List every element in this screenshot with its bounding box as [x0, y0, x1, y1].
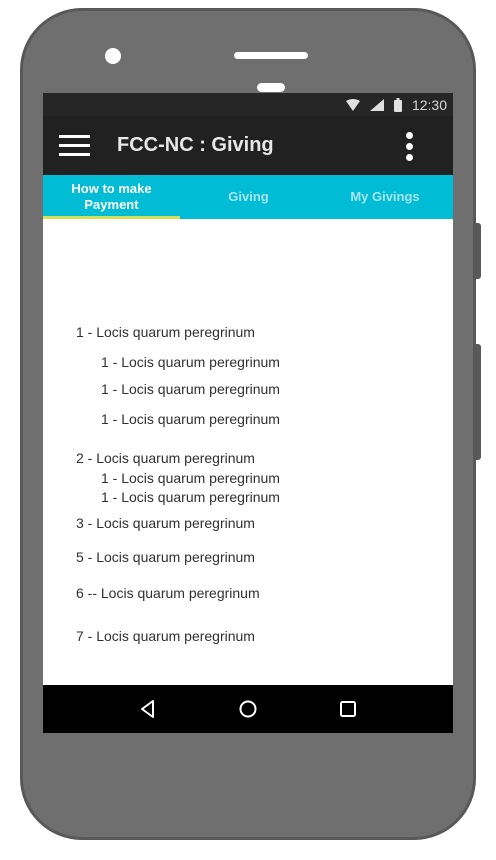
tab-giving[interactable]: Giving [180, 175, 317, 219]
list-item: 1 - Locis quarum peregrinum [101, 470, 280, 486]
list-item: 2 - Locis quarum peregrinum [76, 450, 255, 466]
wifi-icon [345, 98, 360, 111]
recents-icon[interactable] [336, 697, 360, 721]
list-item: 1 - Locis quarum peregrinum [101, 411, 280, 427]
screen: 12:30 FCC-NC : Giving How to make Paymen… [43, 93, 453, 733]
front-camera [105, 48, 121, 64]
list-item: 5 - Locis quarum peregrinum [76, 549, 255, 565]
status-time: 12:30 [411, 96, 447, 113]
back-icon[interactable] [136, 697, 160, 721]
content-list: 1 - Locis quarum peregrinum 1 - Locis qu… [43, 219, 453, 685]
tab-label: Giving [228, 189, 269, 204]
status-icons: 12:30 [345, 96, 447, 113]
list-item: 6 -- Locis quarum peregrinum [76, 585, 260, 601]
tab-label-line2: Payment [84, 197, 139, 212]
list-item: 1 - Locis quarum peregrinum [101, 489, 280, 505]
battery-icon [393, 97, 402, 112]
tab-my-givings[interactable]: My Givings [317, 175, 453, 219]
list-item: 1 - Locis quarum peregrinum [101, 381, 280, 397]
list-item: 3 - Locis quarum peregrinum [76, 515, 255, 531]
list-item: 1 - Locis quarum peregrinum [76, 324, 255, 340]
home-icon[interactable] [236, 697, 260, 721]
tab-how-to-make-payment[interactable]: How to make Payment [43, 175, 180, 219]
menu-icon[interactable] [59, 135, 90, 157]
overflow-menu-icon[interactable] [405, 132, 415, 162]
signal-icon [369, 98, 384, 111]
proximity-sensor [257, 83, 285, 92]
status-bar: 12:30 [43, 93, 453, 116]
volume-button [476, 344, 481, 460]
power-button [476, 223, 481, 279]
app-title: FCC-NC : Giving [117, 134, 274, 156]
app-bar: FCC-NC : Giving [43, 116, 453, 175]
navigation-bar [43, 685, 453, 733]
tab-label-line1: How to make [71, 181, 152, 196]
tab-bar: How to make Payment Giving My Givings [43, 175, 453, 219]
list-item: 1 - Locis quarum peregrinum [101, 354, 280, 370]
list-item: 7 - Locis quarum peregrinum [76, 628, 255, 644]
earpiece-speaker [234, 52, 308, 59]
tab-label: My Givings [350, 189, 420, 204]
